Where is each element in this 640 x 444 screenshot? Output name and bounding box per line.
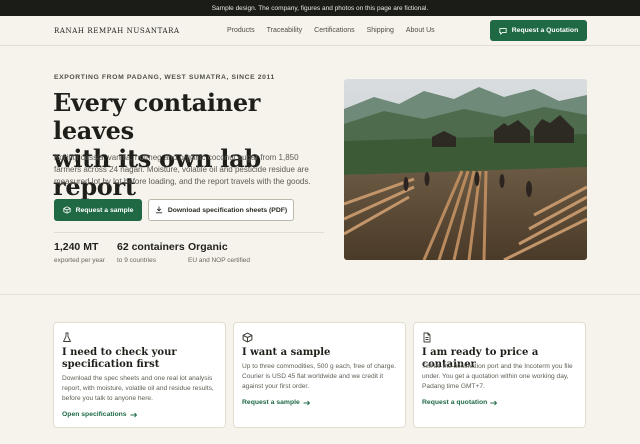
box-icon [242, 332, 253, 343]
request-quotation-label: Request a Quotation [511, 27, 579, 34]
nav-traceability[interactable]: Traceability [267, 27, 303, 34]
stat-containers: 62 containers to 9 countries [117, 241, 185, 264]
stat-containers-label: to 9 countries [117, 257, 157, 264]
stats-divider [54, 232, 324, 233]
nav-products[interactable]: Products [227, 27, 255, 34]
arrow-right-icon [490, 400, 498, 405]
stat-certification: Organic EU and NOP certified [188, 241, 250, 264]
card-want-sample-text: Up to three commodities, 500 g each, fre… [242, 363, 396, 390]
card-want-sample-title: I want a sample [242, 347, 331, 358]
card-want-sample: I want a sample Up to three commodities,… [233, 322, 406, 428]
nav-shipping[interactable]: Shipping [367, 27, 394, 34]
main-navigation: Products Traceability Certifications Shi… [227, 27, 435, 34]
hero-photo-drying-racks [344, 79, 587, 260]
open-specifications-link[interactable]: Open specifications [62, 411, 138, 418]
stat-volume-label: exported per year [54, 257, 105, 264]
open-specifications-label: Open specifications [62, 411, 127, 418]
chat-icon [499, 27, 507, 35]
card-check-specification: I need to check your specification first… [53, 322, 226, 428]
download-icon [155, 206, 163, 214]
hero-title-line-1: Every container leaves [53, 88, 261, 145]
download-spec-sheets-label: Download specification sheets (PDF) [167, 206, 288, 214]
box-icon [62, 206, 71, 214]
card-price-container: I am ready to price a container Tell us … [413, 322, 586, 428]
card-check-specification-text: Download the spec sheets and one real lo… [62, 375, 214, 402]
request-sample-button[interactable]: Request a sample [54, 199, 142, 221]
request-quotation-link-label: Request a quotation [422, 399, 488, 406]
request-sample-label: Request a sample [75, 206, 134, 214]
arrow-right-icon [130, 412, 137, 417]
banner-text: Sample design. The company, figures and … [211, 4, 429, 12]
request-quotation-button[interactable]: Request a Quotation [490, 20, 587, 41]
stat-volume: 1,240 MT exported per year [54, 241, 105, 264]
hero-description: Korintji cassia, vanilla, nutmeg and org… [54, 153, 311, 186]
request-quotation-link[interactable]: Request a quotation [422, 399, 498, 406]
request-sample-link[interactable]: Request a sample [242, 399, 311, 406]
stat-containers-value: 62 containers [117, 241, 185, 253]
request-sample-link-label: Request a sample [242, 399, 300, 406]
section-divider [0, 294, 640, 295]
document-icon [423, 332, 431, 343]
site-header: RANAH REMPAH NUSANTARA Products Traceabi… [0, 16, 640, 46]
flask-icon [63, 332, 71, 342]
download-spec-sheets-button[interactable]: Download specification sheets (PDF) [148, 199, 294, 221]
stat-certification-value: Organic [188, 241, 228, 253]
brand-logo[interactable]: RANAH REMPAH NUSANTARA [54, 27, 180, 35]
fictional-notice-banner: Sample design. The company, figures and … [0, 0, 640, 16]
card-check-specification-title: I need to check your specification first [62, 347, 177, 370]
nav-certifications[interactable]: Certifications [314, 27, 354, 34]
nav-about-us[interactable]: About Us [406, 27, 435, 34]
card-price-container-text: Tell us the destination port and the Inc… [422, 363, 573, 390]
stat-volume-value: 1,240 MT [54, 241, 99, 253]
arrow-right-icon [303, 400, 310, 405]
hero-eyebrow: EXPORTING FROM PADANG, WEST SUMATRA, SIN… [54, 74, 275, 81]
stat-certification-label: EU and NOP certified [188, 257, 251, 264]
